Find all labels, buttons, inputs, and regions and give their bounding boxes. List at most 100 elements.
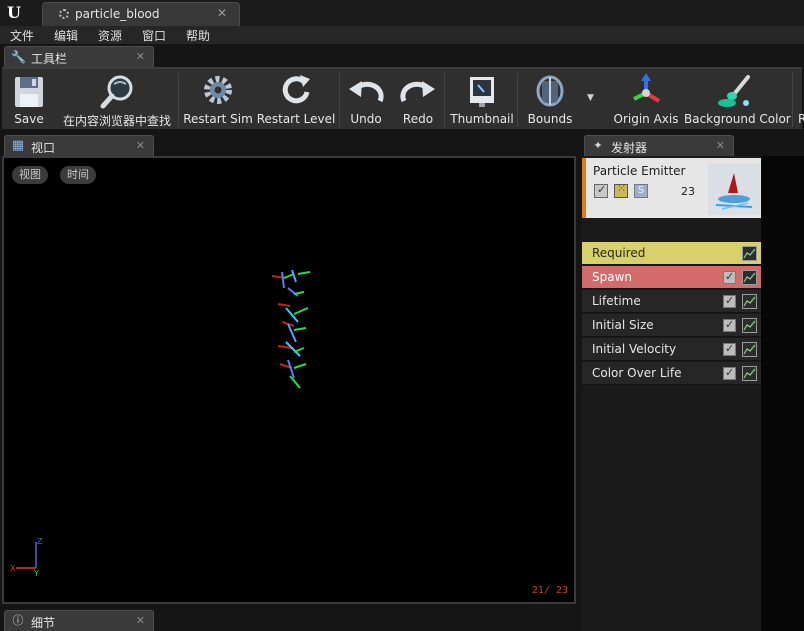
toolbar: Save 在内容浏览器中查找 Restart Sim Restart Level…	[2, 67, 804, 129]
emitter-thumbnail	[708, 163, 760, 215]
time-button[interactable]: 时间	[60, 166, 96, 184]
module-enable-checkbox[interactable]	[723, 294, 736, 308]
close-panel-icon[interactable]: ✕	[136, 50, 145, 63]
menu-window[interactable]: 窗口	[142, 27, 166, 44]
module-label: Required	[592, 246, 646, 260]
chevron-down-icon: ▼	[587, 93, 594, 103]
curve-graph-icon[interactable]	[742, 366, 757, 381]
undo-button[interactable]: Undo	[343, 71, 389, 129]
details-panel-tab[interactable]: ⓘ 细节 ✕	[4, 610, 154, 631]
module-required[interactable]: Required	[582, 242, 761, 265]
magnifier-icon	[100, 75, 133, 109]
background-color-label: Background Color	[684, 112, 791, 126]
emitters-tab-row: ✦ 发射器 ✕	[582, 134, 804, 157]
unreal-logo-icon[interactable]: U	[2, 2, 26, 24]
find-in-content-browser-label: 在内容浏览器中查找	[62, 114, 171, 128]
render-mode-icon[interactable]: ⁙	[614, 182, 628, 198]
axis-gizmo: Z X Y	[10, 537, 43, 576]
undo-label: Undo	[350, 112, 382, 126]
module-initial-velocity[interactable]: Initial Velocity	[582, 338, 761, 361]
restart-level-label: Restart Level	[256, 112, 336, 126]
gear-icon	[204, 76, 232, 104]
close-tab-icon[interactable]: ✕	[217, 6, 227, 20]
redo-label: Redo	[402, 112, 434, 126]
module-enable-checkbox[interactable]	[723, 318, 736, 332]
background-color-button[interactable]: Background Color	[684, 71, 791, 129]
menu-file[interactable]: 文件	[10, 27, 34, 44]
bounds-dropdown-button[interactable]: ▼	[584, 71, 598, 129]
curve-graph-icon[interactable]	[742, 246, 757, 261]
particle-system-icon	[59, 9, 69, 19]
menu-asset[interactable]: 资源	[98, 27, 122, 44]
module-spawn[interactable]: Spawn	[582, 266, 761, 289]
document-tab-label: particle_blood	[75, 7, 160, 21]
info-icon: ⓘ	[12, 614, 24, 627]
menu-edit[interactable]: 编辑	[54, 27, 78, 44]
paint-brush-icon	[718, 75, 750, 107]
emitter-icon: ✦	[593, 139, 603, 152]
viewport-panel-tab[interactable]: ▦ 视口 ✕	[4, 135, 154, 157]
toolbar-separator	[792, 73, 793, 127]
module-enable-checkbox[interactable]	[723, 366, 736, 380]
origin-axis-label: Origin Axis	[613, 112, 679, 126]
refresh-icon	[282, 75, 310, 104]
viewport[interactable]: 视图 时间 Z X Y 21/ 23	[2, 156, 576, 604]
redo-button[interactable]: Redo	[395, 71, 441, 129]
bounds-icon	[536, 75, 564, 107]
undo-icon	[349, 81, 384, 103]
menu-help[interactable]: 帮助	[186, 27, 210, 44]
find-in-content-browser-button[interactable]: 在内容浏览器中查找	[58, 71, 176, 129]
save-button[interactable]: Save	[6, 71, 52, 129]
curve-graph-icon[interactable]	[742, 342, 757, 357]
emitters-panel-title: 发射器	[611, 141, 648, 155]
toolbar-overflow-button[interactable]: R	[796, 71, 804, 129]
bounds-button[interactable]: Bounds	[522, 71, 578, 129]
axis-z-label: Z	[37, 537, 43, 546]
title-bar: U particle_blood ✕	[0, 0, 804, 26]
wrench-icon: 🔧	[11, 50, 26, 64]
restart-sim-label: Restart Sim	[183, 112, 253, 126]
thumbnail-icon	[470, 77, 494, 107]
viewport-tab-row: ▦ 视口 ✕	[0, 134, 580, 157]
emitters-panel-tab[interactable]: ✦ 发射器 ✕	[584, 135, 734, 157]
thumbnail-button[interactable]: Thumbnail	[450, 71, 514, 129]
toolbar-panel-tab[interactable]: 🔧 工具栏 ✕	[4, 46, 154, 68]
restart-level-button[interactable]: Restart Level	[256, 71, 336, 129]
module-initial-size[interactable]: Initial Size	[582, 314, 761, 337]
save-icon	[15, 77, 43, 107]
module-enable-checkbox[interactable]	[723, 270, 736, 284]
bounds-label: Bounds	[527, 112, 573, 126]
emitters-empty-area[interactable]	[761, 156, 804, 631]
module-label: Color Over Life	[592, 366, 682, 380]
particle-counter: 21/ 23	[531, 585, 568, 596]
solo-button[interactable]: S	[634, 184, 648, 198]
curve-graph-icon[interactable]	[742, 294, 757, 309]
close-panel-icon[interactable]: ✕	[136, 139, 145, 152]
origin-axis-button[interactable]: Origin Axis	[610, 71, 682, 129]
document-tab[interactable]: particle_blood ✕	[42, 2, 240, 26]
toolbar-separator	[444, 73, 445, 127]
axis-x-label: X	[10, 564, 16, 573]
particle-preview	[271, 269, 311, 389]
close-panel-icon[interactable]: ✕	[716, 139, 725, 152]
curve-graph-icon[interactable]	[742, 270, 757, 285]
module-color-over-life[interactable]: Color Over Life	[582, 362, 761, 385]
close-panel-icon[interactable]: ✕	[136, 614, 145, 627]
emitter-particle-count: 23	[681, 185, 695, 198]
emitter-enable-checkbox[interactable]: ✓	[594, 183, 608, 198]
module-label: Initial Size	[592, 318, 654, 332]
restart-sim-button[interactable]: Restart Sim	[182, 71, 254, 129]
emitter-header[interactable]: Particle Emitter ✓ ⁙ S 23	[582, 158, 761, 218]
viewport-grid-icon: ▦	[11, 138, 25, 153]
module-label: Initial Velocity	[592, 342, 677, 356]
curve-graph-icon[interactable]	[742, 318, 757, 333]
module-lifetime[interactable]: Lifetime	[582, 290, 761, 313]
thumbnail-label: Thumbnail	[450, 112, 514, 126]
toolbar-separator	[178, 73, 179, 127]
module-enable-checkbox[interactable]	[723, 342, 736, 356]
emitters-panel: Particle Emitter ✓ ⁙ S 23 Required Spawn…	[582, 156, 761, 631]
save-label: Save	[14, 112, 44, 126]
details-panel-title: 细节	[31, 616, 56, 630]
view-mode-button[interactable]: 视图	[12, 166, 48, 184]
toolbar-panel-title: 工具栏	[31, 52, 68, 66]
